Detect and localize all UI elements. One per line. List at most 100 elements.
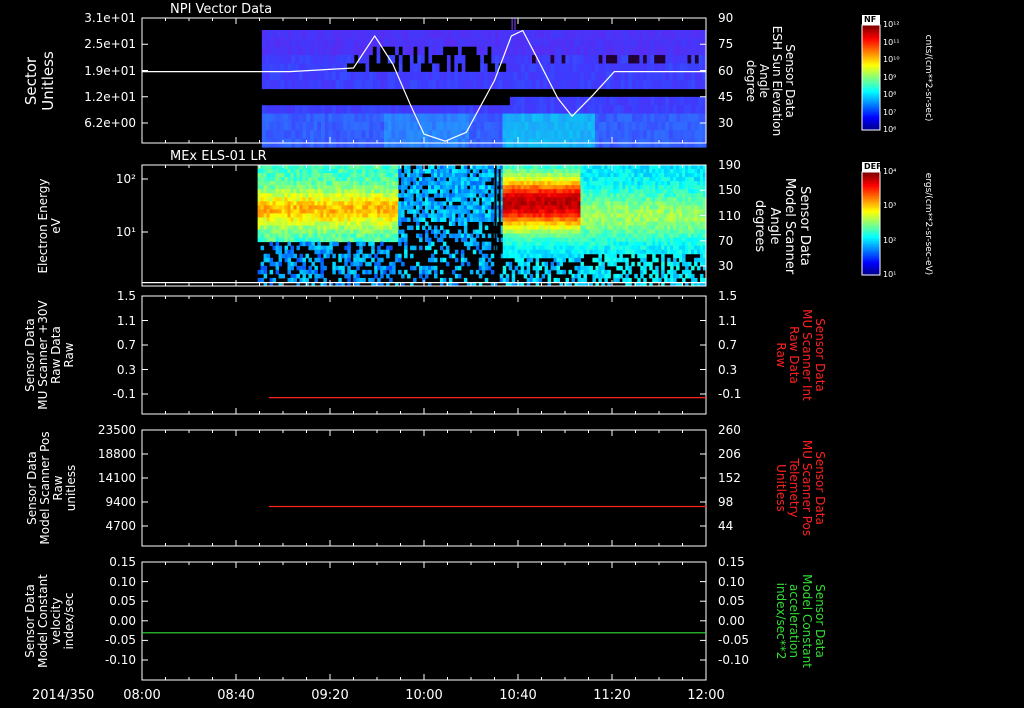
heatmap-cell xyxy=(338,185,342,190)
heatmap-cell xyxy=(604,189,608,194)
heatmap-cell xyxy=(443,71,448,81)
heatmap-cell xyxy=(302,193,306,198)
heatmap-cell xyxy=(619,229,623,235)
heatmap-cell xyxy=(698,71,703,81)
heatmap-cell xyxy=(339,80,344,90)
heatmap-cell xyxy=(539,121,544,131)
heatmap-cell xyxy=(402,105,407,115)
heatmap-cell xyxy=(526,201,531,206)
heatmap-cell xyxy=(299,213,303,218)
heatmap-cell xyxy=(643,169,647,174)
heatmap-cell xyxy=(550,181,555,186)
heatmap-cell xyxy=(313,105,318,115)
heatmap-cell xyxy=(365,177,369,182)
heatmap-cell xyxy=(347,241,351,247)
heatmap-cell xyxy=(313,30,318,39)
heatmap-cell xyxy=(622,173,626,178)
heatmap-cell xyxy=(332,169,336,174)
heatmap-cell xyxy=(559,249,564,255)
heatmap-cell xyxy=(532,229,537,235)
heatmap-cell xyxy=(649,261,653,267)
heatmap-cell xyxy=(514,221,519,226)
heatmap-cell xyxy=(625,205,629,210)
heatmap-cell xyxy=(407,181,411,186)
heatmap-cell xyxy=(269,233,274,239)
heatmap-cell xyxy=(341,229,345,235)
heatmap-cell xyxy=(511,205,516,210)
heatmap-cell xyxy=(643,130,648,140)
heatmap-cell xyxy=(601,217,605,222)
heatmap-cell xyxy=(580,277,584,283)
heatmap-cell xyxy=(610,245,614,251)
heatmap-cell xyxy=(643,181,647,186)
heatmap-cell xyxy=(380,269,384,275)
heatmap-cell xyxy=(577,213,581,218)
heatmap-cell xyxy=(505,241,510,247)
heatmap-cell xyxy=(391,121,396,131)
heatmap-cell xyxy=(643,197,647,202)
heatmap-cell xyxy=(595,265,599,271)
heatmap-cell xyxy=(592,241,596,247)
heatmap-cell xyxy=(586,177,590,182)
heatmap-cell xyxy=(298,105,304,115)
heatmap-cell xyxy=(436,177,441,182)
heatmap-cell xyxy=(526,189,531,194)
heatmap-cell xyxy=(317,165,321,170)
heatmap-cell xyxy=(320,209,324,214)
heatmap-cell xyxy=(335,237,339,243)
heatmap-cell xyxy=(480,38,485,48)
heatmap-cell xyxy=(520,181,525,186)
heatmap-cell xyxy=(511,249,516,255)
heatmap-cell xyxy=(694,121,700,131)
heatmap-cell xyxy=(328,63,333,73)
heatmap-cell xyxy=(401,229,405,235)
heatmap-cell xyxy=(657,30,663,39)
heatmap-cell xyxy=(377,213,381,218)
heatmap-cell xyxy=(580,130,585,140)
heatmap-cell xyxy=(389,269,393,275)
heatmap-cell xyxy=(606,121,611,131)
heatmap-cell xyxy=(511,253,516,259)
heatmap-cell xyxy=(670,205,674,210)
heatmap-cell xyxy=(658,241,662,247)
heatmap-cell xyxy=(541,201,546,206)
heatmap-cell xyxy=(628,71,633,81)
heatmap-cell xyxy=(484,165,489,170)
heatmap-cell xyxy=(344,221,348,226)
heatmap-cell xyxy=(380,130,385,140)
heatmap-cell xyxy=(383,113,389,123)
heatmap-cell xyxy=(652,177,656,182)
heatmap-cell xyxy=(299,229,303,235)
heatmap-cell xyxy=(625,201,629,206)
heatmap-cell xyxy=(323,193,327,198)
heatmap-cell xyxy=(661,71,666,81)
heatmap-cell xyxy=(281,205,286,210)
heatmap-cell xyxy=(314,189,318,194)
heatmap-cell xyxy=(338,189,342,194)
heatmap-cell xyxy=(281,201,286,206)
heatmap-cell xyxy=(547,253,552,259)
heatmap-cell xyxy=(502,38,507,48)
heatmap-cell xyxy=(275,241,280,247)
heatmap-cell xyxy=(637,185,641,190)
heatmap-cell xyxy=(595,209,599,214)
heatmap-cell xyxy=(383,229,387,235)
heatmap-cell xyxy=(290,213,294,218)
heatmap-cell xyxy=(520,105,526,115)
heatmap-cell xyxy=(646,169,650,174)
heatmap-cell xyxy=(287,113,293,123)
heatmap-cell xyxy=(505,233,510,239)
heatmap-cell xyxy=(484,173,489,178)
heatmap-cell xyxy=(571,217,575,222)
heatmap-cell xyxy=(679,197,683,202)
heatmap-cell xyxy=(290,201,294,206)
heatmap-cell xyxy=(269,169,274,174)
heatmap-cell xyxy=(413,55,418,65)
heatmap-cell xyxy=(481,265,486,271)
heatmap-cell xyxy=(687,71,692,81)
heatmap-cell xyxy=(511,181,516,186)
heatmap-cell xyxy=(649,265,653,271)
heatmap-cell xyxy=(281,169,286,174)
heatmap-cell xyxy=(661,130,666,140)
heatmap-cell xyxy=(329,221,333,226)
